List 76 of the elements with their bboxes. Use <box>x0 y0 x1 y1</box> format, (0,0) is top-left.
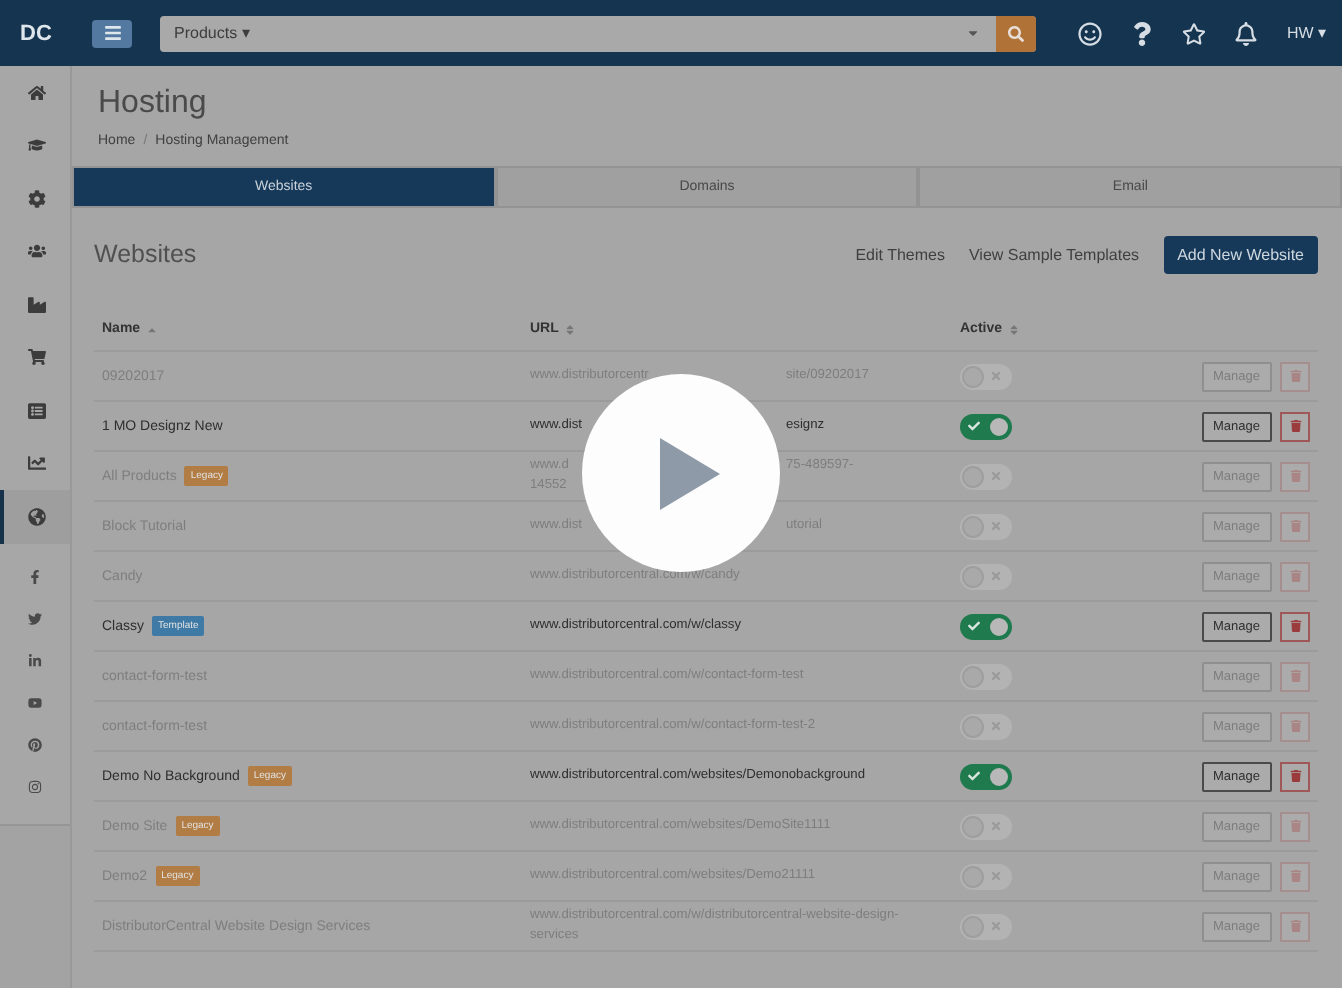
bell-icon[interactable] <box>1234 21 1259 45</box>
page-title: Hosting <box>98 86 209 122</box>
cross-icon <box>990 469 1002 481</box>
active-toggle[interactable] <box>960 613 1012 639</box>
cross-icon <box>990 569 1002 581</box>
active-toggle[interactable] <box>960 713 1012 739</box>
menu-button[interactable] <box>92 19 132 47</box>
trash-icon <box>1289 920 1301 932</box>
cross-icon <box>990 869 1002 881</box>
youtube-icon[interactable] <box>28 695 42 709</box>
trash-icon <box>1289 470 1301 482</box>
sort-up-icon[interactable] <box>146 323 159 335</box>
search-icon <box>1008 25 1024 41</box>
active-toggle[interactable] <box>960 463 1012 489</box>
trash-icon <box>1289 670 1301 682</box>
search-button[interactable] <box>996 15 1036 51</box>
trash-icon <box>1289 570 1301 582</box>
check-icon <box>968 769 980 781</box>
linkedin-icon[interactable] <box>28 653 42 667</box>
users-icon <box>28 242 46 261</box>
logo[interactable]: DC <box>0 21 72 45</box>
trash-icon <box>1289 770 1301 782</box>
active-toggle[interactable] <box>960 563 1012 589</box>
link[interactable]: Edit Themes <box>855 245 945 263</box>
trash-icon <box>1289 820 1301 832</box>
trash-icon <box>1289 520 1301 532</box>
active-toggle[interactable] <box>960 363 1012 389</box>
trash-icon <box>1289 370 1301 382</box>
trash-icon <box>1289 720 1301 732</box>
active-toggle[interactable] <box>960 413 1012 439</box>
active-toggle[interactable] <box>960 663 1012 689</box>
check-icon <box>968 419 980 431</box>
help-icon[interactable] <box>1130 21 1155 45</box>
cross-icon <box>990 669 1002 681</box>
active-toggle[interactable] <box>960 513 1012 539</box>
active-toggle[interactable] <box>960 863 1012 889</box>
cross-icon <box>990 919 1002 931</box>
play-icon <box>659 437 719 509</box>
list-icon <box>28 401 46 420</box>
section-title: Websites <box>94 240 199 268</box>
facebook-icon[interactable] <box>28 569 42 583</box>
add-website-button[interactable]: Add New Website <box>1163 235 1318 273</box>
cross-icon <box>990 819 1002 831</box>
delete-button[interactable] <box>1280 411 1310 441</box>
cart-icon <box>28 348 46 367</box>
caret-icon[interactable] <box>966 26 980 40</box>
link[interactable]: View Sample Templates <box>968 245 1140 263</box>
trash-icon <box>1289 420 1301 432</box>
sidebar-item[interactable] <box>0 490 70 543</box>
menu-icon <box>103 24 121 42</box>
trash-icon <box>1289 620 1301 632</box>
cross-icon <box>990 519 1002 531</box>
sort-icon[interactable] <box>564 323 577 335</box>
star-icon[interactable] <box>1182 21 1207 45</box>
settings-icon <box>28 189 46 208</box>
trash-icon <box>1289 870 1301 882</box>
sort-icon[interactable] <box>1008 323 1021 335</box>
active-toggle[interactable] <box>960 913 1012 939</box>
graduation-cap-icon <box>28 136 46 155</box>
user-menu[interactable]: HW ▾ <box>1286 24 1326 42</box>
search-field[interactable]: Products ▾ <box>160 15 1036 51</box>
active-toggle[interactable] <box>960 763 1012 789</box>
instagram-icon[interactable] <box>28 779 42 793</box>
globe-icon <box>28 507 46 526</box>
factory-icon <box>28 295 46 314</box>
smiley-icon[interactable] <box>1078 21 1103 45</box>
active-toggle[interactable] <box>960 813 1012 839</box>
delete-button[interactable] <box>1280 761 1310 791</box>
home-icon <box>28 83 46 102</box>
cross-icon <box>990 369 1002 381</box>
line-chart-icon <box>28 454 46 473</box>
pinterest-icon[interactable] <box>28 737 42 751</box>
delete-button[interactable] <box>1280 611 1310 641</box>
twitter-icon[interactable] <box>28 611 42 625</box>
check-icon <box>968 619 980 631</box>
cross-icon <box>990 719 1002 731</box>
